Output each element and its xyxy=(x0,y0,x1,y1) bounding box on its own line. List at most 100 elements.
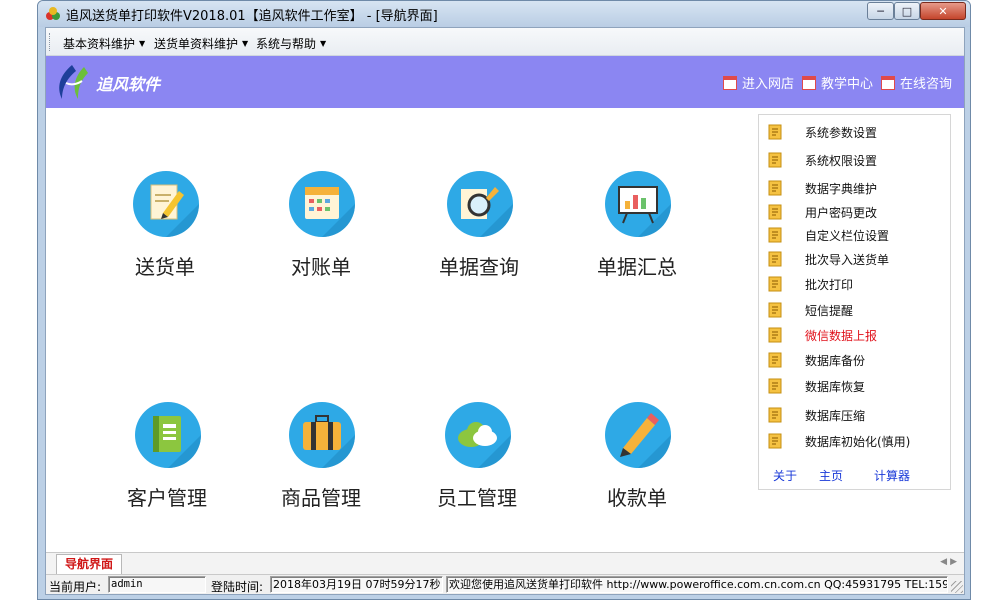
side-panel-links: 关于 主页 计算器 xyxy=(773,467,910,484)
app-icon xyxy=(46,7,60,20)
menu-delivery-data[interactable]: 送货单资料维护 ▼ xyxy=(154,35,248,52)
document-icon xyxy=(767,251,783,267)
tile-statement[interactable]: 对账单 xyxy=(256,171,386,311)
document-icon xyxy=(767,378,783,394)
tile-label: 对账单 xyxy=(291,255,351,279)
tile-label: 员工管理 xyxy=(437,486,517,510)
document-icon xyxy=(767,276,783,292)
tile-label: 单据查询 xyxy=(439,255,519,279)
tile-label: 送货单 xyxy=(135,255,195,279)
document-icon xyxy=(767,433,783,449)
tile-document-summary[interactable]: 单据汇总 xyxy=(572,171,702,311)
banner-links: 进入网店 教学中心 在线咨询 xyxy=(722,73,952,92)
document-icon xyxy=(767,302,783,318)
link-teaching-center[interactable]: 教学中心 xyxy=(801,73,873,92)
side-item-label: 数据库恢复 xyxy=(805,379,866,394)
side-item-wechat-report[interactable]: 微信数据上报 xyxy=(767,325,877,345)
side-item-batch-print[interactable]: 批次打印 xyxy=(767,274,853,294)
cloud-icon xyxy=(445,402,511,468)
side-item-custom-fields[interactable]: 自定义栏位设置 xyxy=(767,225,889,245)
link-online-consult[interactable]: 在线咨询 xyxy=(880,73,952,92)
side-item-label: 批次打印 xyxy=(805,277,854,292)
window-title: 追风送货单打印软件V2018.01【追风软件工作室】 - [导航界面] xyxy=(66,9,438,24)
menu-basic-data[interactable]: 基本资料维护 ▼ xyxy=(63,35,145,52)
document-tab-strip: 导航界面 ◀▶ xyxy=(46,552,964,574)
tile-label: 收款单 xyxy=(607,486,667,510)
homepage-link[interactable]: 主页 xyxy=(819,467,874,484)
close-button[interactable]: ✕ xyxy=(920,2,966,20)
brand-name: 追风软件 xyxy=(96,75,161,94)
tile-delivery-note[interactable]: 送货单 xyxy=(100,171,230,311)
tab-navigation[interactable]: 导航界面 xyxy=(56,554,122,574)
document-icon xyxy=(767,327,783,343)
maximize-button[interactable]: □ xyxy=(894,2,920,20)
side-item-label: 用户密码更改 xyxy=(805,205,878,220)
menu-system-help[interactable]: 系统与帮助 ▼ xyxy=(256,35,326,52)
tile-label: 客户管理 xyxy=(127,486,207,510)
document-icon xyxy=(767,180,783,196)
magnifier-icon xyxy=(447,171,513,237)
link-label: 在线咨询 xyxy=(899,77,952,92)
calendar-icon xyxy=(722,75,737,90)
side-item-dictionary[interactable]: 数据字典维护 xyxy=(767,178,877,198)
pencil-icon xyxy=(605,402,671,468)
menu-label: 送货单资料维护 xyxy=(154,37,239,51)
welcome-message: 欢迎您使用追风送货单打印软件 http://www.poweroffice.co… xyxy=(446,576,948,593)
side-item-system-params[interactable]: 系统参数设置 xyxy=(767,122,877,142)
side-item-label: 数据字典维护 xyxy=(805,181,878,196)
side-item-db-compress[interactable]: 数据库压缩 xyxy=(767,405,865,425)
side-item-label: 系统参数设置 xyxy=(805,125,878,140)
current-user-value: admin xyxy=(108,576,206,593)
link-online-shop[interactable]: 进入网店 xyxy=(722,73,794,92)
login-time-label: 登陆时间: xyxy=(211,580,264,594)
calculator-link[interactable]: 计算器 xyxy=(874,467,910,484)
title-bar[interactable]: 追风送货单打印软件V2018.01【追风软件工作室】 - [导航界面] ─ □ … xyxy=(38,1,970,27)
side-item-batch-import[interactable]: 批次导入送货单 xyxy=(767,249,889,269)
side-item-label: 系统权限设置 xyxy=(805,153,878,168)
pencil-paper-icon xyxy=(133,171,199,237)
tile-product-management[interactable]: 商品管理 xyxy=(256,402,386,542)
caret-down-icon: ▼ xyxy=(242,39,249,48)
side-item-label: 短信提醒 xyxy=(805,303,854,318)
side-item-label: 批次导入送货单 xyxy=(805,252,890,267)
chart-board-icon xyxy=(605,171,671,237)
side-item-label: 微信数据上报 xyxy=(805,328,878,343)
link-label: 教学中心 xyxy=(820,77,873,92)
app-window: 追风送货单打印软件V2018.01【追风软件工作室】 - [导航界面] ─ □ … xyxy=(37,0,971,600)
document-icon xyxy=(767,352,783,368)
side-item-label: 数据库压缩 xyxy=(805,408,866,423)
link-label: 进入网店 xyxy=(741,77,794,92)
logo-icon xyxy=(59,65,88,99)
caret-down-icon: ▼ xyxy=(320,39,327,48)
side-item-db-restore[interactable]: 数据库恢复 xyxy=(767,376,865,396)
address-book-icon xyxy=(135,402,201,468)
tile-receipt[interactable]: 收款单 xyxy=(572,402,702,542)
calendar-icon xyxy=(801,75,816,90)
about-link[interactable]: 关于 xyxy=(773,467,819,484)
tile-employee-management[interactable]: 员工管理 xyxy=(412,402,542,542)
side-item-label: 自定义栏位设置 xyxy=(805,228,890,243)
minimize-button[interactable]: ─ xyxy=(867,2,894,20)
document-icon xyxy=(767,204,783,220)
side-item-db-backup[interactable]: 数据库备份 xyxy=(767,350,865,370)
header-banner: 追风软件 进入网店 教学中心 在线咨询 xyxy=(46,56,964,108)
caret-down-icon: ▼ xyxy=(139,39,146,48)
briefcase-icon xyxy=(289,402,355,468)
tab-scroll-arrows-icon[interactable]: ◀▶ xyxy=(940,557,960,567)
side-item-change-password[interactable]: 用户密码更改 xyxy=(767,202,877,222)
document-icon xyxy=(767,152,783,168)
side-item-label: 数据库备份 xyxy=(805,353,866,368)
side-item-db-init[interactable]: 数据库初始化(慎用) xyxy=(767,431,910,451)
menu-grip xyxy=(49,33,52,51)
side-item-sms-reminder[interactable]: 短信提醒 xyxy=(767,300,853,320)
side-item-permission[interactable]: 系统权限设置 xyxy=(767,150,877,170)
resize-grip-icon[interactable] xyxy=(951,581,963,593)
tile-document-query[interactable]: 单据查询 xyxy=(414,171,544,311)
calendar-icon xyxy=(289,171,355,237)
tile-label: 商品管理 xyxy=(281,486,361,510)
client-area: 基本资料维护 ▼ 送货单资料维护 ▼ 系统与帮助 ▼ 追风软件 进入网店 教学中心 在… xyxy=(45,27,965,595)
login-time-value: 2018年03月19日 07时59分17秒 xyxy=(270,576,443,593)
tile-customer-management[interactable]: 客户管理 xyxy=(102,402,232,542)
navigation-panel: 送货单 对账单 单据查询 单据汇总 客户管理 商品管理 员工管理 收款单 系统参… xyxy=(46,108,964,552)
document-icon xyxy=(767,407,783,423)
